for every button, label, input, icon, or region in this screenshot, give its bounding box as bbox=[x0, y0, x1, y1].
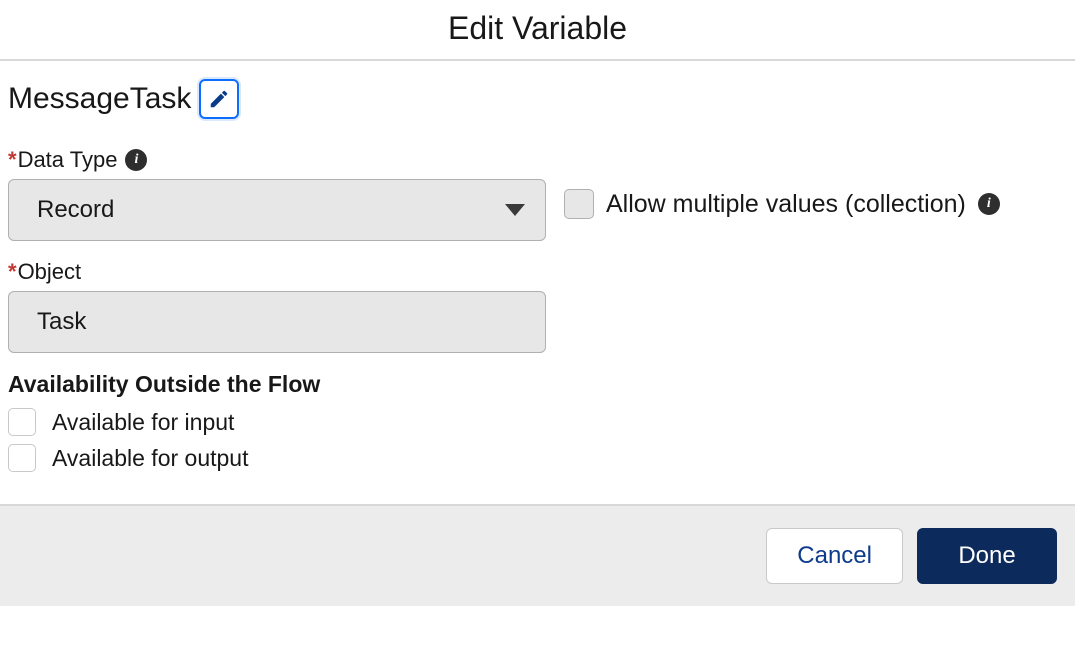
data-type-value: Record bbox=[37, 196, 114, 224]
available-output-label: Available for output bbox=[52, 445, 249, 472]
chevron-down-icon bbox=[505, 204, 525, 216]
available-input-row: Available for input bbox=[8, 408, 1067, 436]
availability-heading: Availability Outside the Flow bbox=[8, 371, 1067, 398]
data-type-row: *Data Type i Record Allow multiple value… bbox=[8, 147, 1067, 241]
allow-multiple-group: Allow multiple values (collection) i bbox=[564, 147, 1000, 219]
available-output-row: Available for output bbox=[8, 444, 1067, 472]
object-select[interactable]: Task bbox=[8, 291, 546, 353]
modal-title: Edit Variable bbox=[0, 0, 1075, 61]
available-input-label: Available for input bbox=[52, 409, 234, 436]
done-button[interactable]: Done bbox=[917, 528, 1057, 584]
info-icon[interactable]: i bbox=[125, 149, 147, 171]
info-icon[interactable]: i bbox=[978, 193, 1000, 215]
edit-name-button[interactable] bbox=[199, 79, 239, 119]
allow-multiple-checkbox[interactable] bbox=[564, 189, 594, 219]
allow-multiple-label: Allow multiple values (collection) bbox=[606, 190, 966, 219]
data-type-select[interactable]: Record bbox=[8, 179, 546, 241]
modal-body: MessageTask *Data Type i Record Allow mu… bbox=[0, 61, 1075, 504]
cancel-button[interactable]: Cancel bbox=[766, 528, 903, 584]
object-value: Task bbox=[37, 308, 86, 336]
available-output-checkbox[interactable] bbox=[8, 444, 36, 472]
modal-footer: Cancel Done bbox=[0, 504, 1075, 606]
available-input-checkbox[interactable] bbox=[8, 408, 36, 436]
data-type-label: *Data Type i bbox=[8, 147, 546, 173]
variable-name: MessageTask bbox=[8, 82, 191, 116]
variable-title-row: MessageTask bbox=[8, 79, 1067, 119]
object-label: *Object bbox=[8, 259, 1067, 285]
pencil-icon bbox=[208, 88, 230, 110]
